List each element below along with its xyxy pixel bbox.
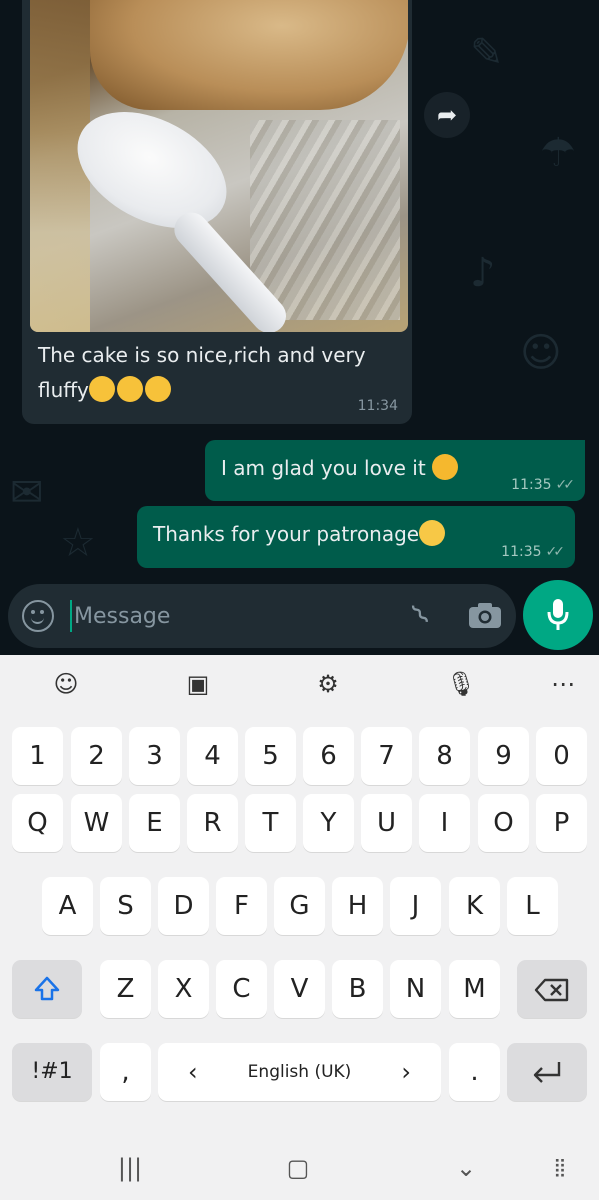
key-7[interactable]: 7: [361, 727, 412, 785]
star-struck-emoji-icon: [116, 376, 143, 402]
symbols-key[interactable]: !#1: [12, 1043, 92, 1101]
outgoing-message[interactable]: Thanks for your patronage 11:35 ✓✓: [137, 506, 575, 568]
key-y[interactable]: Y: [303, 794, 354, 852]
outgoing-message[interactable]: I am glad you love it 11:35 ✓✓: [205, 440, 585, 501]
star-struck-emoji-icon: [88, 376, 115, 402]
recent-apps-icon[interactable]: |||: [110, 1153, 150, 1183]
backspace-icon: [534, 978, 569, 1002]
key-p[interactable]: P: [536, 794, 587, 852]
cake-photo[interactable]: [30, 0, 408, 332]
key-5[interactable]: 5: [245, 727, 296, 785]
key-d[interactable]: D: [158, 877, 209, 935]
key-k[interactable]: K: [449, 877, 500, 935]
key-1[interactable]: 1: [12, 727, 63, 785]
period-key[interactable]: .: [449, 1043, 500, 1101]
voice-input-icon[interactable]: 🎙: [446, 669, 476, 699]
chat-area: ✎ ☂ ♪ ✉ ☆ ☺ The cake is so nice,rich and…: [0, 0, 599, 655]
smiling-face-emoji-icon: [419, 520, 446, 546]
message-meta: 11:35 ✓✓: [511, 477, 576, 493]
message-time: 11:34: [357, 398, 398, 414]
key-b[interactable]: B: [332, 960, 383, 1018]
text-cursor: [70, 600, 72, 632]
key-w[interactable]: W: [71, 794, 122, 852]
key-i[interactable]: I: [419, 794, 470, 852]
wallpaper-doodle-icon: ☂: [540, 130, 576, 176]
system-nav-bar: ||| ▢ ⌄ ⣿: [0, 1135, 599, 1200]
key-3[interactable]: 3: [129, 727, 180, 785]
space-left-arrow: ‹: [188, 1058, 198, 1086]
wallpaper-doodle-icon: ☆: [60, 520, 96, 566]
key-4[interactable]: 4: [187, 727, 238, 785]
key-n[interactable]: N: [390, 960, 441, 1018]
key-8[interactable]: 8: [419, 727, 470, 785]
enter-key[interactable]: [507, 1043, 587, 1101]
keyboard: ☺ ▣ ⚙ 🎙 ⋯ 1 2 3 4 5 6 7 8 9 0 Q W E R T …: [0, 655, 599, 1200]
key-z[interactable]: Z: [100, 960, 151, 1018]
space-key[interactable]: ‹ English (UK) ›: [158, 1043, 441, 1101]
key-v[interactable]: V: [274, 960, 325, 1018]
mic-icon: [547, 599, 569, 630]
read-ticks-icon: ✓✓: [555, 477, 576, 493]
attach-icon[interactable]: ⌇: [397, 591, 445, 639]
message-text: I am glad you love it: [221, 454, 460, 480]
key-e[interactable]: E: [129, 794, 180, 852]
key-t[interactable]: T: [245, 794, 296, 852]
key-c[interactable]: C: [216, 960, 267, 1018]
key-o[interactable]: O: [478, 794, 529, 852]
space-language-label: English (UK): [247, 1062, 352, 1082]
key-2[interactable]: 2: [71, 727, 122, 785]
comma-key[interactable]: ,: [100, 1043, 151, 1101]
backspace-key[interactable]: [517, 960, 587, 1018]
hugging-face-emoji-icon: [432, 454, 459, 480]
wallpaper-doodle-icon: ✉: [10, 470, 44, 516]
keyboard-switch-icon[interactable]: ⣿: [540, 1153, 580, 1183]
shift-icon: [34, 976, 60, 1001]
message-input[interactable]: [74, 596, 374, 636]
enter-icon: [533, 1062, 561, 1083]
home-icon[interactable]: ▢: [278, 1153, 318, 1183]
key-a[interactable]: A: [42, 877, 93, 935]
space-right-arrow: ›: [401, 1058, 411, 1086]
read-ticks-icon: ✓✓: [545, 544, 566, 560]
wallpaper-doodle-icon: ♪: [470, 250, 496, 296]
key-x[interactable]: X: [158, 960, 209, 1018]
message-text: Thanks for your patronage: [153, 520, 447, 546]
key-g[interactable]: G: [274, 877, 325, 935]
sticker-icon[interactable]: ▣: [183, 669, 213, 699]
key-r[interactable]: R: [187, 794, 238, 852]
wallpaper-doodle-icon: ✎: [470, 30, 504, 76]
shift-key[interactable]: [12, 960, 82, 1018]
incoming-message[interactable]: The cake is so nice,rich and very fluffy…: [22, 0, 412, 424]
emoji-icon[interactable]: [22, 600, 54, 632]
key-q[interactable]: Q: [12, 794, 63, 852]
message-meta: 11:35 ✓✓: [501, 544, 566, 560]
emoji-icon[interactable]: ☺: [51, 669, 81, 699]
key-9[interactable]: 9: [478, 727, 529, 785]
settings-icon[interactable]: ⚙: [313, 669, 343, 699]
forward-icon[interactable]: ➦: [424, 92, 470, 138]
key-j[interactable]: J: [390, 877, 441, 935]
key-s[interactable]: S: [100, 877, 151, 935]
voice-message-button[interactable]: [523, 580, 593, 650]
key-6[interactable]: 6: [303, 727, 354, 785]
key-h[interactable]: H: [332, 877, 383, 935]
compose-bar: ⌇: [8, 584, 516, 648]
hide-keyboard-icon[interactable]: ⌄: [446, 1153, 486, 1183]
key-l[interactable]: L: [507, 877, 558, 935]
wallpaper-doodle-icon: ☺: [520, 330, 562, 376]
message-caption: The cake is so nice,rich and very fluffy: [38, 343, 366, 402]
key-f[interactable]: F: [216, 877, 267, 935]
camera-icon[interactable]: [468, 603, 502, 629]
keyboard-toolbar: ☺ ▣ ⚙ 🎙 ⋯: [0, 655, 599, 715]
key-u[interactable]: U: [361, 794, 412, 852]
more-icon[interactable]: ⋯: [548, 669, 578, 699]
key-m[interactable]: M: [449, 960, 500, 1018]
key-0[interactable]: 0: [536, 727, 587, 785]
star-struck-emoji-icon: [144, 376, 171, 402]
